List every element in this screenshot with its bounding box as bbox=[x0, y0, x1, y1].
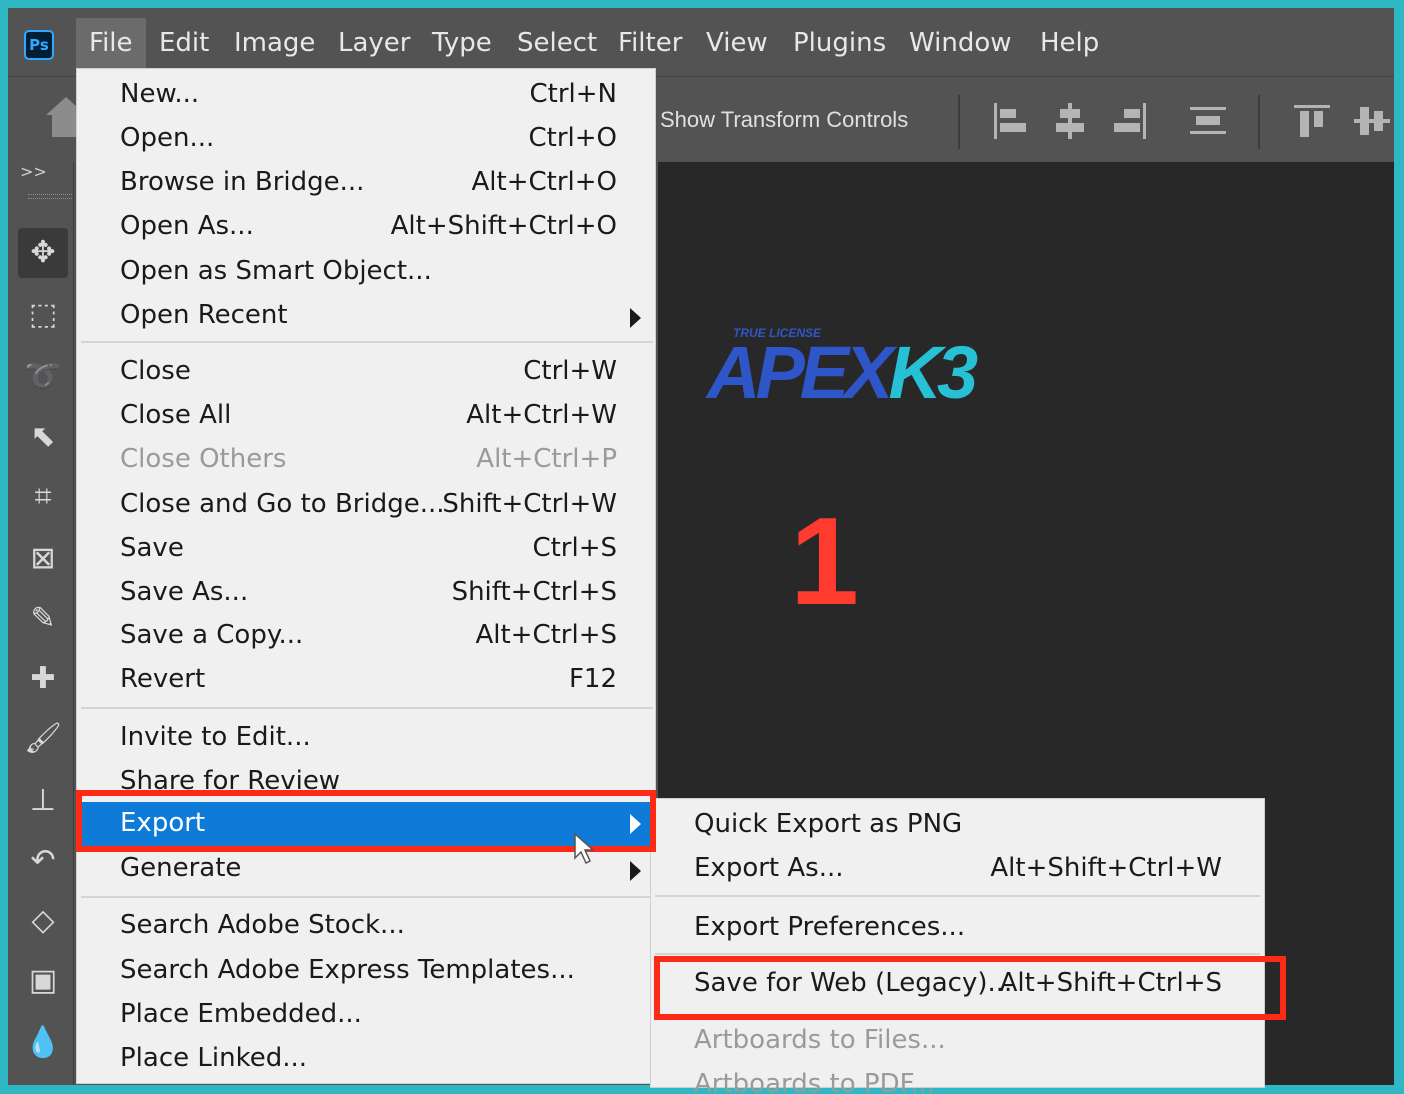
photoshop-logo-icon: Ps bbox=[24, 30, 54, 60]
menu-separator bbox=[81, 896, 653, 898]
menu-item-place-embedded[interactable]: Place Embedded... bbox=[77, 995, 655, 1037]
gradient-tool-icon[interactable]: ▣ bbox=[18, 956, 68, 1006]
submenu-arrow-icon bbox=[630, 861, 641, 881]
menu-item-close-go-bridge[interactable]: Close and Go to Bridge... Shift+Ctrl+W bbox=[77, 485, 655, 527]
align-right-edges-icon[interactable] bbox=[1112, 103, 1148, 139]
menu-item-open-smart-object[interactable]: Open as Smart Object... bbox=[77, 252, 655, 294]
menu-item-quick-export-png[interactable]: Quick Export as PNG bbox=[651, 803, 1264, 847]
expand-panel-icon[interactable]: >> bbox=[20, 162, 47, 181]
menu-help[interactable]: Help bbox=[1027, 18, 1112, 76]
distribute-vertical-icon[interactable] bbox=[1190, 103, 1226, 139]
menu-item-close-all[interactable]: Close All Alt+Ctrl+W bbox=[77, 396, 655, 438]
eyedropper-tool-icon[interactable]: ✎ bbox=[18, 594, 68, 644]
menu-item-open-recent[interactable]: Open Recent bbox=[77, 296, 655, 338]
menu-separator bbox=[655, 953, 1260, 955]
eraser-tool-icon[interactable]: ◇ bbox=[18, 896, 68, 946]
object-selection-tool-icon[interactable]: ⬉ bbox=[18, 412, 68, 462]
panel-grip[interactable] bbox=[28, 194, 72, 199]
lasso-tool-icon[interactable]: ➰ bbox=[18, 352, 68, 402]
mouse-pointer-icon bbox=[574, 832, 595, 865]
show-transform-controls-label[interactable]: Show Transform Controls bbox=[660, 107, 908, 133]
export-submenu: Quick Export as PNG Export As... Alt+Shif… bbox=[650, 798, 1265, 1094]
marquee-tool-icon[interactable]: ⬚ bbox=[18, 290, 68, 340]
menu-plugins[interactable]: Plugins bbox=[780, 18, 899, 76]
blur-tool-icon[interactable]: 💧 bbox=[18, 1018, 68, 1068]
menu-item-close[interactable]: Close Ctrl+W bbox=[77, 352, 655, 394]
step-number: 1 bbox=[790, 493, 859, 631]
menu-item-export-preferences[interactable]: Export Preferences... bbox=[651, 906, 1264, 950]
save-for-web-highlight-box bbox=[654, 956, 1286, 1020]
align-horizontal-centers-icon[interactable] bbox=[1052, 103, 1088, 139]
menu-item-artboards-to-pdf: Artboards to PDF... bbox=[694, 1069, 936, 1094]
healing-brush-tool-icon[interactable]: ✚ bbox=[18, 654, 68, 704]
history-brush-tool-icon[interactable]: ↶ bbox=[18, 836, 68, 886]
menu-item-new[interactable]: New... Ctrl+N bbox=[77, 75, 655, 117]
menu-separator bbox=[81, 341, 653, 343]
menu-item-browse-bridge[interactable]: Browse in Bridge... Alt+Ctrl+O bbox=[77, 163, 655, 205]
menu-item-save-as[interactable]: Save As... Shift+Ctrl+S bbox=[77, 573, 655, 615]
menu-item-export-as[interactable]: Export As... Alt+Shift+Ctrl+W bbox=[651, 847, 1264, 891]
menu-item-open[interactable]: Open... Ctrl+O bbox=[77, 119, 655, 161]
align-vertical-centers-icon[interactable] bbox=[1354, 103, 1390, 139]
move-tool-icon[interactable]: ✥ bbox=[18, 228, 68, 278]
menu-item-save-copy[interactable]: Save a Copy... Alt+Ctrl+S bbox=[77, 616, 655, 658]
menu-item-artboards-to-files: Artboards to Files... bbox=[694, 1025, 946, 1055]
menu-item-invite-edit[interactable]: Invite to Edit... bbox=[77, 718, 655, 760]
menu-item-revert[interactable]: Revert F12 bbox=[77, 660, 655, 702]
menu-item-search-express[interactable]: Search Adobe Express Templates... bbox=[77, 951, 655, 993]
brush-tool-icon[interactable]: 🖌 bbox=[18, 714, 68, 764]
menu-bar: Ps File Edit Image Layer Type Select Fil… bbox=[8, 8, 1394, 76]
export-highlight-box bbox=[76, 790, 656, 852]
menu-window[interactable]: Window bbox=[896, 18, 1025, 76]
apexk3-logo: APEXK3 bbox=[707, 331, 978, 414]
crop-tool-icon[interactable]: ⌗ bbox=[18, 472, 68, 522]
menu-view[interactable]: View bbox=[693, 18, 781, 76]
clone-stamp-tool-icon[interactable]: ⊥ bbox=[18, 776, 68, 826]
menu-item-save[interactable]: Save Ctrl+S bbox=[77, 529, 655, 571]
file-menu-dropdown: New... Ctrl+N Open... Ctrl+O Browse in Bri… bbox=[76, 68, 656, 1084]
menu-item-close-others: Close Others Alt+Ctrl+P bbox=[120, 444, 617, 474]
options-divider bbox=[1258, 95, 1260, 149]
tools-panel: >> ✥ ⬚ ➰ ⬉ ⌗ ⊠ ✎ ✚ 🖌 ⊥ ↶ ◇ ▣ 💧 bbox=[8, 162, 74, 1085]
align-top-edges-icon[interactable] bbox=[1294, 103, 1330, 139]
menu-item-generate[interactable]: Generate bbox=[77, 849, 655, 891]
submenu-arrow-icon bbox=[630, 308, 641, 328]
options-divider bbox=[958, 95, 960, 149]
menu-separator bbox=[81, 707, 653, 709]
menu-item-search-stock[interactable]: Search Adobe Stock... bbox=[77, 906, 655, 948]
menu-item-open-as[interactable]: Open As... Alt+Shift+Ctrl+O bbox=[77, 207, 655, 249]
frame-tool-icon[interactable]: ⊠ bbox=[18, 534, 68, 584]
menu-item-place-linked[interactable]: Place Linked... bbox=[77, 1039, 655, 1081]
menu-separator bbox=[655, 895, 1260, 897]
align-left-edges-icon[interactable] bbox=[992, 103, 1028, 139]
